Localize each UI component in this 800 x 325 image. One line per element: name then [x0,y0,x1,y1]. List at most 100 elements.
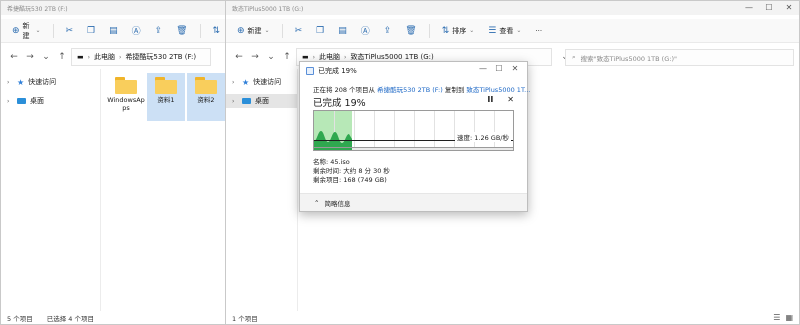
dialog-title-bar[interactable]: 已完成 19% [306,66,357,76]
rename-button[interactable]: Ⓐ [127,22,146,40]
dialog-title: 已完成 19% [318,67,357,75]
folder-icon [155,77,177,94]
chevron-right-icon: › [344,53,347,61]
destination-link[interactable]: 致态TiPlus5000 1T... [466,86,530,94]
chevron-right-icon: › [232,78,235,86]
new-label: 新建 [247,26,262,35]
cancel-icon[interactable]: ✕ [507,95,514,104]
nav-item-desktop[interactable]: › 桌面 [1,94,100,108]
back-arrow-icon[interactable]: ← [7,52,21,62]
details-view-icon[interactable]: ☰ [773,313,780,322]
source-link[interactable]: 希捷酷玩530 2TB (F:) [377,86,443,94]
command-bar: ⊕ 新建 ⌄ ✂ ❐ ▤ Ⓐ ⇪ 🗑 ⇅ [1,19,225,43]
chevron-right-icon: › [119,53,122,61]
nav-item-label: 快速访问 [28,78,57,86]
paste-button[interactable]: ▤ [333,22,352,40]
pause-icon[interactable]: II [487,95,493,104]
sort-label: 排序 [452,26,467,35]
copy-prefix: 正在将 208 个项目从 [313,86,376,94]
sort-button[interactable]: ⇅ 排序 ⌄ [437,22,480,40]
new-button[interactable]: ⊕ 新建 ⌄ [7,22,46,40]
sort-button[interactable]: ⇅ [207,22,225,40]
close-icon[interactable]: ✕ [779,2,799,14]
cut-button[interactable]: ✂ [60,22,78,40]
folder-item[interactable]: 资料2 [187,73,225,121]
progress-bar-fill [314,148,352,150]
window-title: 希捷酷玩530 2TB (F:) [7,6,68,13]
progress-bar [313,148,514,151]
transfer-speed: 速度: 1.26 GB/秒 [455,132,511,142]
rename-button[interactable]: Ⓐ [356,22,375,40]
share-button[interactable]: ⇪ [150,22,168,40]
title-bar[interactable]: 希捷酷玩530 2TB (F:) [1,1,225,15]
up-arrow-icon[interactable]: ↑ [55,52,69,62]
minimize-icon[interactable]: — [475,64,491,73]
recent-chevron-icon[interactable]: ⌄ [264,52,278,62]
desktop-icon [242,98,251,104]
folder-icon [115,77,137,94]
chevron-right-icon: › [232,97,235,105]
share-button[interactable]: ⇪ [379,22,397,40]
paste-button[interactable]: ▤ [104,22,123,40]
cut-button[interactable]: ✂ [290,22,308,40]
items-remaining: 剩余项目: 168 (749 GB) [313,176,387,184]
copy-button[interactable]: ❐ [82,22,100,40]
new-button[interactable]: ⊕ 新建 ⌄ [232,22,275,40]
search-placeholder: 搜索"致态TiPlus5000 1TB (G:)" [580,54,677,63]
title-bar[interactable]: 致态TiPlus5000 1TB (G:) — ☐ ✕ [226,1,799,15]
copy-description: 正在将 208 个项目从 希捷酷玩530 2TB (F:) 复制到 致态TiPl… [313,84,530,94]
sort-icon: ⇅ [441,25,450,36]
view-toggle: ☰ ▦ [773,313,793,322]
delete-button[interactable]: 🗑 [171,22,192,40]
plus-circle-icon: ⊕ [12,25,20,36]
chevron-down-icon: ⌄ [35,27,41,34]
toolbar-divider [52,23,54,38]
rename-icon: Ⓐ [131,27,141,37]
dialog-controls: — ☐ ✕ [475,64,523,73]
paste-icon: ▤ [109,25,118,36]
up-arrow-icon[interactable]: ↑ [280,52,294,62]
maximize-icon[interactable]: ☐ [759,2,779,14]
folder-item[interactable]: 资料1 [147,73,185,121]
nav-item-label: 桌面 [255,97,269,105]
breadcrumb[interactable]: ▬ › 此电脑 › 希捷酷玩530 2TB (F:) [71,48,211,66]
item-count: 5 个项目 [7,314,33,323]
share-icon: ⇪ [383,25,392,36]
view-icon: ☰ [488,25,497,36]
chevron-down-icon: ⌄ [264,27,270,34]
forward-arrow-icon[interactable]: → [248,52,262,62]
nav-item-quick-access[interactable]: › ★ 快速访问 [1,75,100,89]
breadcrumb-item[interactable]: 此电脑 [94,52,115,62]
chevron-up-icon[interactable]: ⌃ [314,199,319,207]
maximize-icon[interactable]: ☐ [491,64,507,73]
breadcrumb-item[interactable]: 希捷酷玩530 2TB (F:) [125,52,196,62]
scissors-icon: ✂ [65,25,73,36]
close-icon[interactable]: ✕ [507,64,523,73]
dialog-actions: II ✕ [487,95,514,104]
navigation-pane: › ★ 快速访问 › 桌面 [226,69,298,311]
more-button[interactable]: ··· [530,22,547,40]
chevron-right-icon: › [87,53,91,61]
forward-arrow-icon[interactable]: → [23,52,37,62]
tiles-view-icon[interactable]: ▦ [785,313,793,322]
nav-item-quick-access[interactable]: › ★ 快速访问 [226,75,297,89]
chevron-down-icon: ⌄ [469,27,475,34]
drive-icon: ▬ [77,53,84,61]
copy-progress-dialog: 已完成 19% — ☐ ✕ 正在将 208 个项目从 希捷酷玩530 2TB (… [299,61,530,212]
back-arrow-icon[interactable]: ← [232,52,246,62]
scissors-icon: ✂ [294,25,303,36]
window-title: 致态TiPlus5000 1TB (G:) [232,6,304,13]
delete-button[interactable]: 🗑 [400,22,421,40]
search-input[interactable]: ⌕ 搜索"致态TiPlus5000 1TB (G:)" [565,49,794,66]
folder-item[interactable]: WindowsApps [107,73,145,121]
less-details-button[interactable]: 简略信息 [324,198,350,208]
percent-complete: 已完成 19% [313,98,366,109]
nav-item-desktop[interactable]: › 桌面 [226,94,297,108]
minimize-icon[interactable]: — [739,2,759,14]
recent-chevron-icon[interactable]: ⌄ [39,52,53,62]
copy-button[interactable]: ❐ [311,22,329,40]
view-button[interactable]: ☰ 查看 ⌄ [483,22,526,40]
window-controls: — ☐ ✕ [739,2,799,14]
selected-count: 已选择 4 个项目 [46,314,94,323]
plus-circle-icon: ⊕ [237,25,245,36]
